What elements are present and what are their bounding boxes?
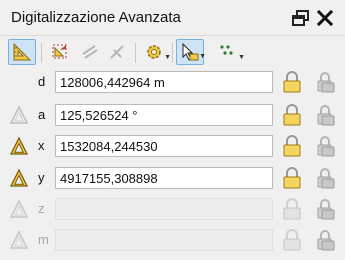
lock-angle-icon[interactable] [282,104,302,126]
parallel-button[interactable] [76,39,104,65]
construction-guides-icon [220,45,233,55]
construction-mode-button[interactable] [46,39,74,65]
perpendicular-button[interactable] [104,39,132,65]
lock-x-icon[interactable] [282,135,302,157]
relative-z-icon [9,199,29,219]
toolbar-separator [172,43,173,63]
perpendicular-icon [110,45,124,59]
m-label: m [38,232,49,247]
relative-angle-icon[interactable] [9,105,29,125]
snap-to-common-angles-button[interactable]: ▼ [176,39,206,65]
close-panel-icon[interactable] [316,9,334,27]
distance-label: d [38,74,46,89]
relative-m-icon [9,230,29,250]
toolbar-separator [135,43,136,63]
y-coordinate-row: y 4917155,308898 [0,166,345,190]
lock-distance-icon[interactable] [282,71,302,93]
angle-row: a 125,526524 ° [0,103,345,127]
chevron-down-icon: ▼ [238,54,245,61]
x-label: x [38,138,45,153]
repeating-lock-x-icon[interactable] [315,135,335,157]
chevron-down-icon: ▼ [164,54,171,61]
m-value-row: m [0,228,345,252]
z-coordinate-row: z [0,197,345,221]
y-coordinate-input[interactable]: 4917155,308898 [55,167,273,189]
chevron-down-icon: ▼ [199,53,206,60]
settings-gear-icon [147,45,161,59]
construction-mode-icon [52,44,67,59]
repeating-lock-m-icon [315,229,335,251]
repeating-lock-distance-icon[interactable] [315,71,335,93]
lock-z-icon [282,198,302,220]
panel-title: Digitalizzazione Avanzata [11,9,181,26]
float-panel-icon[interactable] [292,9,310,27]
distance-input[interactable]: 128006,442964 m [55,71,273,93]
construction-guides-button[interactable]: ▼ [214,39,245,65]
z-label: z [38,201,45,216]
distance-row: d 128006,442964 m [0,70,345,94]
angle-input[interactable]: 125,526524 ° [55,104,273,126]
enable-advanced-digitizing-button[interactable] [8,39,36,65]
y-label: y [38,170,45,185]
x-coordinate-row: x 1532084,244530 [0,134,345,158]
enable-advanced-digitizing-icon [13,42,32,61]
advanced-digitizing-panel: Digitalizzazione Avanzata ▼ ▼ ▼ d 128006… [0,0,345,260]
parallel-icon [82,45,98,59]
repeating-lock-angle-icon[interactable] [315,104,335,126]
relative-y-icon[interactable] [9,168,29,188]
panel-titlebar: Digitalizzazione Avanzata [0,0,345,36]
lock-m-icon [282,229,302,251]
angle-label: a [38,107,46,122]
x-coordinate-input[interactable]: 1532084,244530 [55,135,273,157]
snap-to-common-angles-icon [182,42,199,61]
m-value-input [55,229,273,251]
settings-button[interactable]: ▼ [140,39,171,65]
relative-x-icon[interactable] [9,136,29,156]
lock-y-icon[interactable] [282,167,302,189]
toolbar-separator [41,43,42,63]
repeating-lock-z-icon [315,198,335,220]
z-coordinate-input [55,198,273,220]
repeating-lock-y-icon[interactable] [315,167,335,189]
digitizing-toolbar: ▼ ▼ ▼ [0,37,345,68]
